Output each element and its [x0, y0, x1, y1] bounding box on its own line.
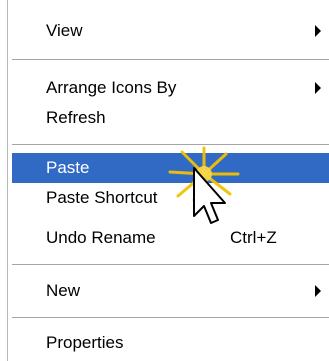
- menu-item-refresh[interactable]: Refresh: [12, 103, 329, 133]
- menu-item-label: Refresh: [46, 108, 106, 127]
- menu-separator: [12, 264, 329, 266]
- menu-item-label: Paste: [46, 158, 90, 177]
- menu-item-label: Arrange Icons By: [46, 78, 177, 97]
- menu-item-paste[interactable]: Paste: [12, 153, 329, 183]
- submenu-arrow-icon: [315, 285, 321, 297]
- menu-item-label: View: [46, 21, 83, 40]
- menu-item-label: Undo Rename: [46, 228, 156, 247]
- menu-item-label: New: [46, 281, 81, 300]
- menu-item-label: Paste Shortcut: [46, 188, 158, 207]
- menu-item-label: Properties: [46, 333, 124, 352]
- context-menu: View Arrange Icons By Refresh Paste Past…: [0, 0, 329, 361]
- submenu-arrow-icon: [315, 25, 321, 37]
- menu-left-edge: [0, 0, 8, 361]
- menu-separator: [12, 317, 329, 319]
- menu-item-new[interactable]: New: [12, 276, 329, 306]
- menu-separator: [12, 144, 329, 146]
- menu-item-paste-shortcut[interactable]: Paste Shortcut: [12, 183, 329, 213]
- menu-item-view[interactable]: View: [12, 16, 329, 46]
- submenu-arrow-icon: [315, 82, 321, 94]
- menu-item-undo-rename[interactable]: Undo Rename Ctrl+Z: [12, 223, 329, 253]
- menu-item-arrange-icons-by[interactable]: Arrange Icons By: [12, 73, 329, 103]
- menu-item-properties[interactable]: Properties: [12, 328, 329, 358]
- menu-item-shortcut: Ctrl+Z: [230, 228, 277, 247]
- menu-separator: [12, 59, 329, 61]
